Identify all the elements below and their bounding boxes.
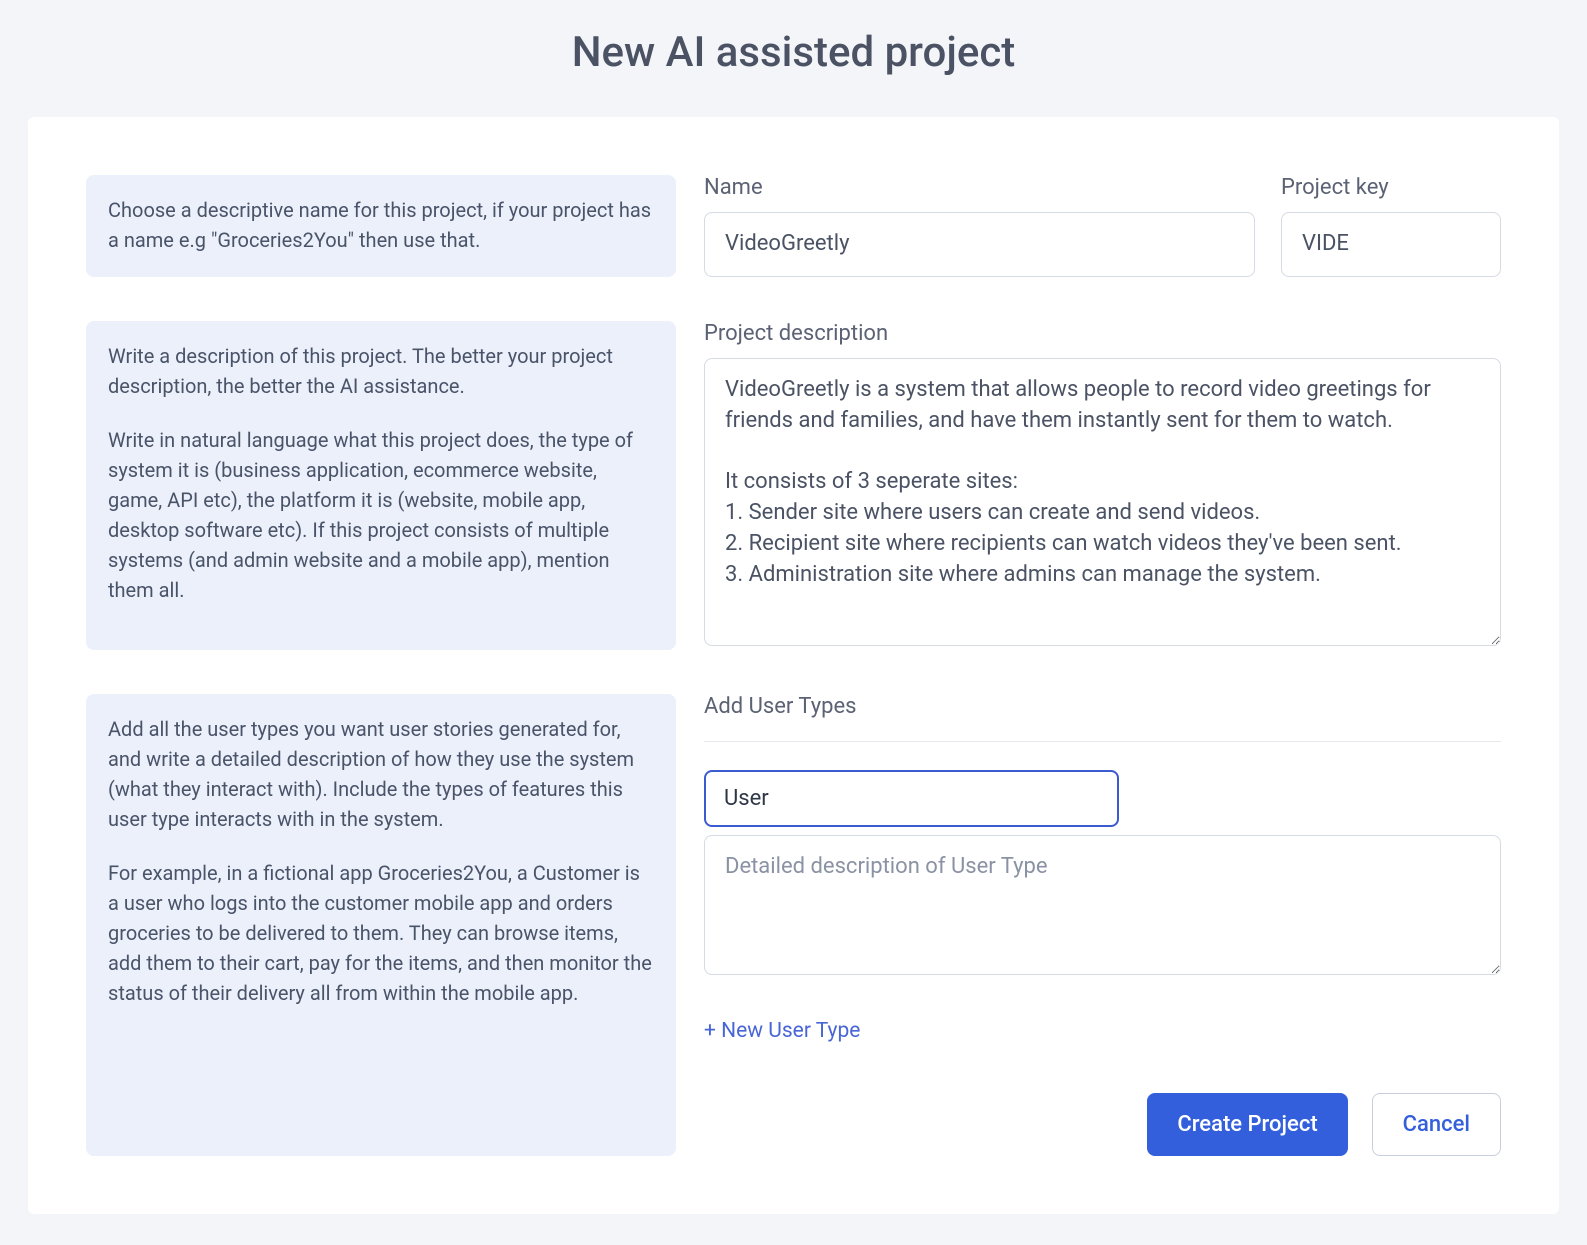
usertype-desc-textarea[interactable]: [704, 835, 1501, 975]
help-desc-p2: Write in natural language what this proj…: [108, 425, 654, 605]
row-description: Write a description of this project. The…: [86, 321, 1501, 650]
description-textarea[interactable]: VideoGreetly is a system that allows peo…: [704, 358, 1501, 646]
form-actions: Create Project Cancel: [704, 1093, 1501, 1156]
add-user-type-link[interactable]: + New User Type: [704, 1019, 860, 1043]
help-name: Choose a descriptive name for this proje…: [86, 175, 676, 277]
form-card: Choose a descriptive name for this proje…: [28, 117, 1559, 1214]
usertype-name-input[interactable]: [704, 770, 1119, 827]
desc-label: Project description: [704, 321, 1501, 346]
field-name-wrap: Name: [704, 175, 1255, 277]
name-input[interactable]: [704, 212, 1255, 277]
name-key-fields: Name Project key: [704, 175, 1501, 277]
help-ut-p1: Add all the user types you want user sto…: [108, 714, 654, 834]
field-key-wrap: Project key: [1281, 175, 1501, 277]
create-project-button[interactable]: Create Project: [1147, 1093, 1347, 1156]
desc-field-wrap: Project description VideoGreetly is a sy…: [704, 321, 1501, 650]
usertypes-label: Add User Types: [704, 694, 1501, 719]
key-input[interactable]: [1281, 212, 1501, 277]
help-ut-p2: For example, in a fictional app Grocerie…: [108, 858, 654, 1008]
page-title: New AI assisted project: [0, 0, 1587, 117]
help-name-text: Choose a descriptive name for this proje…: [108, 195, 654, 255]
row-usertypes: Add all the user types you want user sto…: [86, 694, 1501, 1156]
divider: [704, 741, 1501, 742]
help-description: Write a description of this project. The…: [86, 321, 676, 650]
cancel-button[interactable]: Cancel: [1372, 1093, 1501, 1156]
row-name: Choose a descriptive name for this proje…: [86, 175, 1501, 277]
key-label: Project key: [1281, 175, 1501, 200]
help-usertypes: Add all the user types you want user sto…: [86, 694, 676, 1156]
usertypes-field-wrap: Add User Types + New User Type Create Pr…: [704, 694, 1501, 1156]
name-label: Name: [704, 175, 1255, 200]
help-desc-p1: Write a description of this project. The…: [108, 341, 654, 401]
